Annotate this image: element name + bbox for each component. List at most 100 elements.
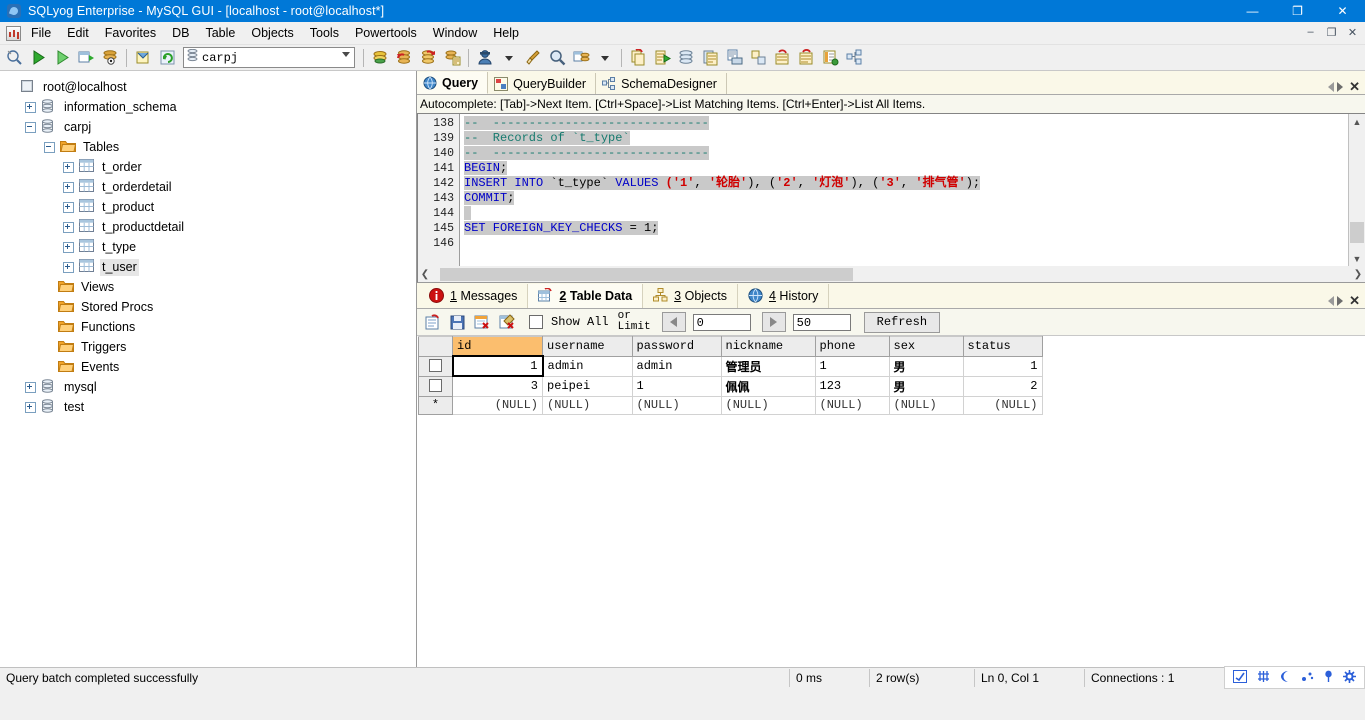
- column-manager-icon[interactable]: [818, 46, 842, 69]
- export-to-csv-icon[interactable]: [650, 46, 674, 69]
- expand-icon[interactable]: [63, 261, 74, 273]
- ime-chinese-icon[interactable]: [1257, 670, 1270, 686]
- tree-node-root-localhost[interactable]: root@localhost: [6, 77, 416, 97]
- result-tab-scroll-left-icon[interactable]: [1328, 296, 1335, 306]
- menu-help[interactable]: Help: [485, 24, 527, 42]
- menu-db[interactable]: DB: [164, 24, 197, 42]
- grid-cell[interactable]: admin: [542, 355, 633, 377]
- grid-cell[interactable]: 1: [814, 355, 890, 377]
- new-row-marker[interactable]: *: [418, 395, 453, 415]
- mdi-app-icon[interactable]: [3, 24, 23, 42]
- grid-column-header[interactable]: sex: [888, 336, 964, 357]
- code-line[interactable]: [460, 236, 1348, 251]
- expand-icon[interactable]: [63, 181, 74, 193]
- scroll-left-icon[interactable]: ❮: [418, 269, 432, 280]
- data-grid[interactable]: id username password nickname phone sex status…: [418, 336, 1043, 415]
- tab-querybuilder[interactable]: QueryBuilder: [488, 73, 597, 94]
- find-magnifier-icon[interactable]: [545, 46, 569, 69]
- tab-query[interactable]: Query: [417, 72, 489, 94]
- grid-cell[interactable]: 1: [631, 375, 722, 397]
- export-as-sql-icon[interactable]: [440, 46, 464, 69]
- tree-node-mysql[interactable]: mysql: [6, 377, 416, 397]
- tree-node-t-type[interactable]: t_type: [6, 237, 416, 257]
- scroll-up-icon[interactable]: ▲: [1349, 114, 1365, 129]
- code-line[interactable]: [460, 206, 1348, 221]
- grid-cell[interactable]: 1: [451, 355, 544, 377]
- ime-mode-icon[interactable]: [1233, 669, 1247, 686]
- print-icon[interactable]: [722, 46, 746, 69]
- grid-cell[interactable]: admin: [631, 355, 722, 377]
- mdi-minimize-button[interactable]: –: [1300, 23, 1321, 41]
- object-browser-tree[interactable]: root@localhost information_schema carpj Tab…: [0, 71, 416, 417]
- result-tab-objects[interactable]: 3 Objects: [643, 283, 738, 308]
- menu-file[interactable]: File: [23, 24, 59, 42]
- save-changes-icon[interactable]: [446, 311, 468, 333]
- ime-pin-icon[interactable]: [1324, 670, 1333, 686]
- grid-cell-null[interactable]: (NULL): [962, 395, 1043, 415]
- grid-cell-null[interactable]: (NULL): [720, 395, 816, 415]
- tab-scroll-right-icon[interactable]: [1337, 82, 1344, 92]
- code-line[interactable]: -- Records of `t_type`: [460, 131, 1348, 146]
- grid-cell[interactable]: 管理员: [720, 355, 816, 377]
- grid-column-header[interactable]: phone: [814, 336, 890, 357]
- expand-icon[interactable]: [63, 161, 74, 173]
- code-line[interactable]: -- ------------------------------: [460, 116, 1348, 131]
- menu-window[interactable]: Window: [425, 24, 485, 42]
- editor-horizontal-scrollbar[interactable]: ❮ ❯: [417, 266, 1365, 283]
- schema-sync-icon[interactable]: [569, 46, 593, 69]
- grid-column-header[interactable]: nickname: [720, 336, 816, 357]
- refresh-icon[interactable]: [155, 46, 179, 69]
- menu-table[interactable]: Table: [197, 24, 243, 42]
- tree-node-t-product[interactable]: t_product: [6, 197, 416, 217]
- user-manager-icon[interactable]: [473, 46, 497, 69]
- import-external-data-icon[interactable]: [368, 46, 392, 69]
- grid-cell-null[interactable]: (NULL): [452, 395, 543, 415]
- menu-objects[interactable]: Objects: [243, 24, 301, 42]
- result-tab-scroll-right-icon[interactable]: [1337, 296, 1344, 306]
- mdi-close-button[interactable]: ✕: [1342, 23, 1363, 41]
- clean-broom-icon[interactable]: [521, 46, 545, 69]
- grid-column-header[interactable]: username: [542, 336, 633, 357]
- editor-vertical-scrollbar[interactable]: ▲ ▼: [1348, 114, 1365, 266]
- tree-node-information-schema[interactable]: information_schema: [6, 97, 416, 117]
- copy-table-icon[interactable]: [698, 46, 722, 69]
- tree-node-functions[interactable]: Functions: [6, 317, 416, 337]
- execute-query-to-grid-icon[interactable]: [74, 46, 98, 69]
- row-selector-checkbox[interactable]: [418, 355, 453, 377]
- copy-database-icon[interactable]: [626, 46, 650, 69]
- menu-favorites[interactable]: Favorites: [97, 24, 164, 42]
- tree-node-t-order[interactable]: t_order: [6, 157, 416, 177]
- window-minimize-button[interactable]: —: [1230, 0, 1275, 22]
- expand-icon[interactable]: [25, 381, 36, 393]
- sql-editor[interactable]: 138 139 140 141 142 143 144 145 146 -- ---------…: [417, 113, 1365, 266]
- ime-dots-icon[interactable]: [1301, 670, 1314, 686]
- new-row[interactable]: * (NULL) (NULL) (NULL) (NULL) (NULL) (NULL) (NU…: [418, 395, 1043, 415]
- ime-moon-icon[interactable]: [1280, 670, 1291, 686]
- grid-column-header[interactable]: status: [962, 336, 1043, 357]
- restore-database-icon[interactable]: [416, 46, 440, 69]
- tab-scroll-left-icon[interactable]: [1328, 82, 1335, 92]
- ime-language-bar[interactable]: [1224, 666, 1365, 689]
- result-tab-messages[interactable]: 1 Messages: [419, 283, 529, 308]
- row-selector-checkbox[interactable]: [418, 375, 453, 397]
- expand-icon[interactable]: [25, 401, 36, 413]
- scroll-down-icon[interactable]: ▼: [1349, 251, 1365, 266]
- tree-node-stored-procs[interactable]: Stored Procs: [6, 297, 416, 317]
- grid-cell[interactable]: 3: [452, 375, 543, 397]
- grid-cell[interactable]: 1: [962, 355, 1043, 377]
- close-query-tab-icon[interactable]: ✕: [1346, 80, 1363, 93]
- tree-node-test[interactable]: test: [6, 397, 416, 417]
- new-connection-icon[interactable]: [2, 46, 26, 69]
- vertical-scroll-thumb[interactable]: [1350, 222, 1364, 243]
- object-browser-sidebar[interactable]: root@localhost information_schema carpj Tab…: [0, 71, 417, 667]
- show-all-checkbox[interactable]: [529, 315, 543, 329]
- stop-query-icon[interactable]: [131, 46, 155, 69]
- tree-node-tables[interactable]: Tables: [6, 137, 416, 157]
- flush-table-icon[interactable]: [794, 46, 818, 69]
- grid-cell[interactable]: 2: [962, 375, 1043, 397]
- refresh-button[interactable]: Refresh: [863, 311, 941, 333]
- tree-node-t-productdetail[interactable]: t_productdetail: [6, 217, 416, 237]
- expand-icon[interactable]: [25, 101, 36, 113]
- tree-node-t-user[interactable]: t_user: [6, 257, 416, 277]
- chevron-down-icon[interactable]: [342, 52, 350, 57]
